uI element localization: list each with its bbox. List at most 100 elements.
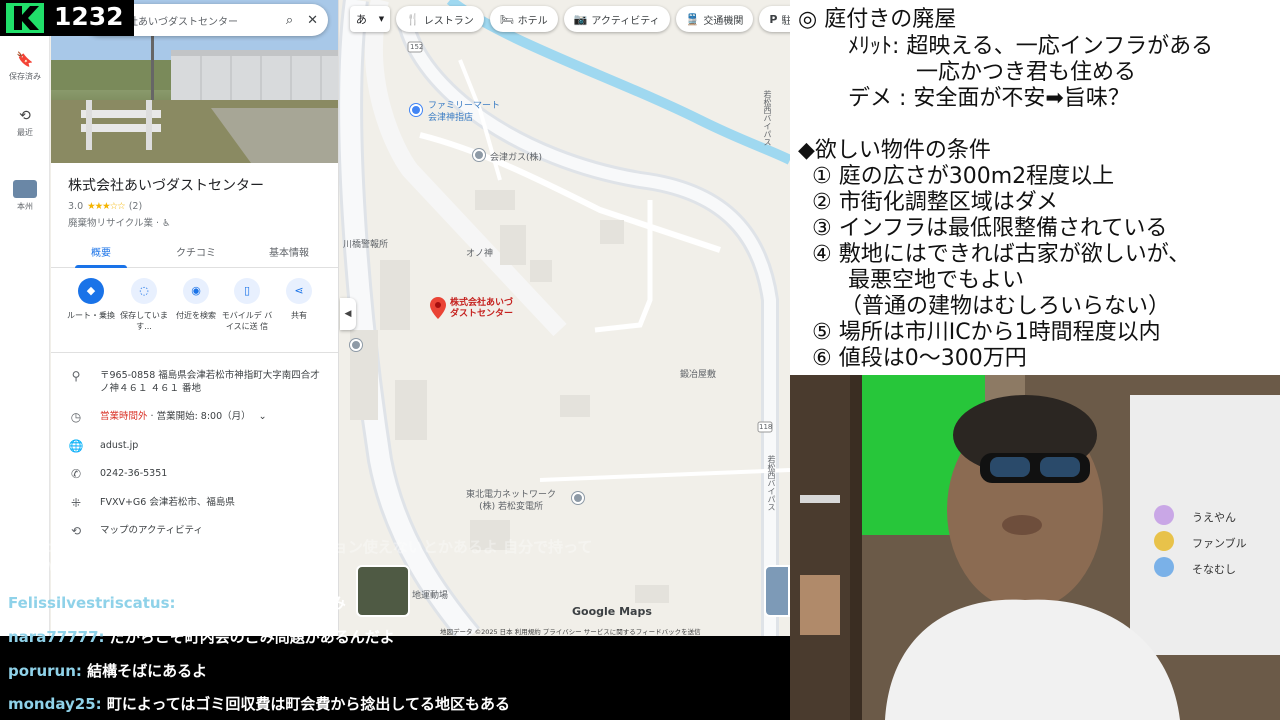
notes-condition-1: ① 庭の広さが300m2程度以上 bbox=[812, 164, 1115, 189]
directions-icon: ◆ bbox=[78, 278, 104, 304]
phone-row[interactable]: ✆ 0242-36-5351 bbox=[68, 467, 328, 481]
rail-recent[interactable]: ⟲ 最近 bbox=[0, 108, 50, 138]
nearby-button[interactable]: ◉ 付近を検索 bbox=[168, 278, 224, 321]
chip-label: 駐 bbox=[781, 15, 790, 27]
language-label: あ bbox=[355, 13, 367, 26]
layers-thumbnail[interactable] bbox=[764, 565, 790, 617]
place-rating[interactable]: 3.0 ★★★☆☆ (2) bbox=[68, 201, 142, 212]
poi-generic-icon[interactable] bbox=[350, 339, 362, 351]
place-category[interactable]: 廃棄物リサイクル業 · ♿ bbox=[68, 215, 171, 229]
poster-text: そなむし bbox=[1192, 563, 1236, 576]
language-selector[interactable]: あ ▼ bbox=[350, 6, 390, 32]
star-rating-icon: ★★★☆☆ bbox=[87, 201, 126, 212]
website-text: adust.jp bbox=[100, 440, 139, 451]
chip-label: レストラン bbox=[423, 15, 474, 27]
action-label: モバイルデ バイスに送 信 bbox=[221, 311, 273, 331]
nearby-search-icon: ◉ bbox=[183, 278, 209, 304]
place-title: 株式会社あいづダストセンター bbox=[68, 178, 264, 194]
tab-reviews[interactable]: クチコミ bbox=[176, 244, 216, 259]
webcam-feed: うえやん ファンブル そなむし bbox=[790, 375, 1280, 720]
notes-panel: ◎ 庭付きの廃屋 ﾒﾘｯﾄ: 超映える、一応インフラがある 一応かつき君も住める… bbox=[790, 0, 1280, 375]
tab-overview[interactable]: 概要 bbox=[91, 244, 111, 259]
rail-label: 本州 bbox=[17, 202, 33, 211]
search-icon[interactable]: ⌕ bbox=[286, 13, 293, 28]
chip-activity[interactable]: 📷 アクティビティ bbox=[563, 6, 670, 32]
poi-substation-icon[interactable] bbox=[572, 492, 584, 504]
chat-username: Felissilvestriscatus: bbox=[8, 594, 176, 612]
street-view-thumbnail[interactable] bbox=[356, 565, 410, 617]
address-text: 〒965-0858 福島県会津若松市神指町大字南四合才ノ神４６１ ４６１ 番地 bbox=[100, 370, 320, 394]
active-tab-indicator bbox=[75, 265, 127, 268]
chat-username: nara77777: bbox=[8, 628, 105, 646]
chip-restaurant[interactable]: 🍴 レストラン bbox=[396, 6, 484, 32]
share-button[interactable]: ⋖ 共有 bbox=[271, 278, 327, 321]
map-label-kajiya: 鍛冶屋敷 bbox=[680, 370, 717, 380]
map-label-bypass: 若松西バイパス bbox=[763, 90, 772, 146]
chat-faded-line: かないといけない bbox=[8, 558, 129, 576]
notes-condition-3: ③ インフラは最低限整備されている bbox=[812, 216, 1168, 241]
map-label-gas[interactable]: 会津ガス(株) bbox=[490, 150, 542, 163]
rail-label: 最近 bbox=[17, 128, 33, 137]
notes-condition-4b: 最悪空地でもよい bbox=[848, 268, 1025, 293]
notes-conditions-title: ◆欲しい物件の条件 bbox=[798, 138, 991, 163]
action-label: 付近を検索 bbox=[176, 311, 216, 320]
chat-text: 村八分と戦うのはうまみ bbox=[180, 594, 346, 612]
plus-code-icon: ⁜ bbox=[70, 496, 82, 510]
logo-icon bbox=[6, 3, 44, 33]
train-icon: 🚆 bbox=[685, 12, 700, 26]
directions-button[interactable]: ◆ ルート・乗換 bbox=[63, 278, 119, 321]
map-pin-icon[interactable] bbox=[430, 297, 446, 319]
rail-saved[interactable]: 🔖 保存済み bbox=[0, 52, 50, 82]
tab-about[interactable]: 基本情報 bbox=[269, 244, 309, 259]
k-logo-icon bbox=[14, 6, 39, 30]
notes-heading: ◎ 庭付きの廃屋 bbox=[798, 7, 957, 32]
chip-parking[interactable]: P駐› bbox=[759, 6, 790, 32]
chip-transit[interactable]: 🚆 交通機関 bbox=[675, 6, 754, 32]
hours-status: 営業時間外 bbox=[100, 411, 148, 422]
chip-label: アクティビティ bbox=[591, 15, 660, 27]
hotel-icon: 🛏 bbox=[499, 12, 514, 26]
phone-send-icon: ▯ bbox=[234, 278, 260, 304]
send-to-phone-button[interactable]: ▯ モバイルデ バイスに送 信 bbox=[219, 278, 275, 332]
collapse-panel-button[interactable]: ◀ bbox=[340, 298, 356, 330]
map-label-tohoku[interactable]: 東北電力ネットワーク (株) 若松変電所 bbox=[466, 489, 556, 513]
chat-faded-line: uamongen: 町内会に入らないとゴミステーション使えないとかあるよ 自分で… bbox=[8, 538, 593, 556]
chevron-down-icon: ▼ bbox=[378, 15, 385, 23]
close-icon[interactable]: ✕ bbox=[307, 13, 318, 28]
plus-code-row[interactable]: ⁜ FVXV+G6 会津若松市、福島県 bbox=[68, 496, 328, 510]
chip-label: 交通機関 bbox=[703, 15, 744, 27]
notes-demerit: デメ : 安全面が不安➡旨味？ bbox=[848, 86, 1130, 111]
map-label-keiho: 川橋警報所 bbox=[343, 240, 389, 250]
phone-text: 0242-36-5351 bbox=[100, 468, 168, 479]
category-chip-bar: あ▼ 🍴レストラン 🛏ホテル 📷アクティビティ 🚆交通機関 P駐› bbox=[350, 6, 790, 32]
place-tabs: 概要 クチコミ 基本情報 bbox=[51, 232, 338, 268]
convenience-store-icon[interactable] bbox=[410, 104, 422, 116]
chat-username: porurun: bbox=[8, 662, 82, 680]
review-count[interactable]: (2) bbox=[129, 201, 142, 212]
hours-row[interactable]: ◷ 営業時間外 · 営業開始: 8:00（月） ⌄ bbox=[68, 410, 328, 424]
website-row[interactable]: 🌐 adust.jp bbox=[68, 439, 328, 453]
google-maps-logo: Google Maps bbox=[572, 605, 652, 618]
rail-honshu[interactable]: 本州 bbox=[0, 180, 50, 212]
history-icon: ⟲ bbox=[19, 108, 31, 124]
map-label-familymart[interactable]: ファミリーマート 会津神指店 bbox=[428, 100, 500, 124]
map-thumbnail-icon bbox=[13, 180, 37, 198]
poi-gas-icon[interactable] bbox=[473, 149, 485, 161]
chevron-left-icon: ◀ bbox=[344, 309, 352, 319]
address-row[interactable]: ⚲ 〒965-0858 福島県会津若松市神指町大字南四合才ノ神４６１ ４６１ 番地 bbox=[68, 369, 328, 395]
chat-message: porurun: 結構そばにあるよ bbox=[8, 660, 207, 681]
map-pin-label[interactable]: 株式会社あいづ ダストセンター bbox=[450, 298, 513, 320]
save-button[interactable]: ◌ 保存していま す... bbox=[116, 278, 172, 332]
poster-text: うえやん bbox=[1192, 511, 1236, 524]
chat-message: monday25: 町によってはゴミ回収費は町会費から捻出してる地区もある bbox=[8, 693, 510, 714]
chip-hotel[interactable]: 🛏 ホテル bbox=[489, 6, 558, 32]
rail-label: 保存済み bbox=[9, 72, 41, 81]
section-divider bbox=[51, 352, 338, 353]
counter-value: 1232 bbox=[54, 2, 124, 31]
chat-text: 町によってはゴミ回収費は町会費から捻出してる地区もある bbox=[106, 695, 510, 713]
map-attribution[interactable]: 地図データ ©2025 日本 利用規約 プライバシー サービスに関するフィードバ… bbox=[440, 626, 701, 636]
notes-condition-4c: （普通の建物はむしろいらない） bbox=[840, 294, 1171, 319]
chat-message: Felissilvestriscatus: 村八分と戦うのはうまみ bbox=[8, 592, 346, 613]
notes-merit: ﾒﾘｯﾄ: 超映える、一応インフラがある bbox=[848, 34, 1214, 59]
action-label: ルート・乗換 bbox=[67, 311, 115, 320]
